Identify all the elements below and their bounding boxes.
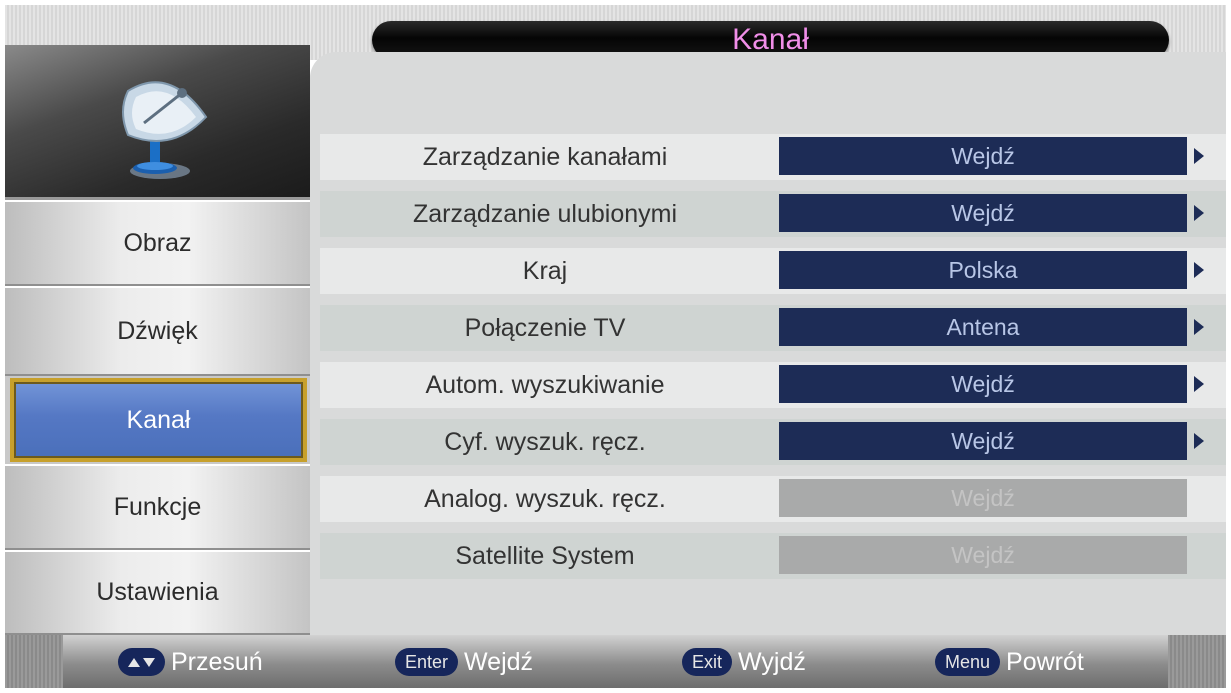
menu-row-auto-search[interactable]: Autom. wyszukiwanie Wejdź [320, 362, 1226, 408]
row-value-select[interactable]: Antena [779, 308, 1187, 346]
row-value-button-disabled: Wejdź [779, 536, 1187, 574]
row-value-select[interactable]: Polska [779, 251, 1187, 289]
menu-row-analog-manual-search: Analog. wyszuk. ręcz. Wejdź [320, 476, 1226, 522]
settings-panel: Zarządzanie kanałami Wejdź Zarządzanie u… [310, 52, 1226, 635]
enter-key-badge: Enter [395, 648, 459, 676]
row-label: Kraj [522, 256, 568, 285]
menu-key-badge: Menu [935, 648, 1001, 676]
arrow-right-icon [1194, 205, 1204, 221]
satellite-dish-icon [122, 81, 208, 179]
row-label: Zarządzanie kanałami [422, 142, 668, 171]
row-value-button[interactable]: Wejdź [779, 365, 1187, 403]
arrow-right-icon [1194, 319, 1204, 335]
arrow-right-icon [1194, 148, 1204, 164]
arrow-right-icon [1194, 433, 1204, 449]
hint-enter: Enter Wejdź [395, 646, 533, 678]
tv-menu-screen: Kanał Obraz Dźwięk Kanał Funkcje Ustawie… [5, 5, 1226, 688]
arrow-right-icon [1194, 262, 1204, 278]
menu-row-favorites-management[interactable]: Zarządzanie ulubionymi Wejdź [320, 191, 1226, 237]
sidebar-item-ustawienia[interactable]: Ustawienia [5, 550, 310, 635]
menu-row-channel-management[interactable]: Zarządzanie kanałami Wejdź [320, 134, 1226, 180]
hint-menu: Menu Powrót [935, 646, 1084, 678]
menu-row-digital-manual-search[interactable]: Cyf. wyszuk. ręcz. Wejdź [320, 419, 1226, 465]
sidebar-item-funkcje[interactable]: Funkcje [5, 464, 310, 550]
row-label: Satellite System [455, 541, 635, 570]
sidebar-item-kanal[interactable]: Kanał [10, 378, 307, 462]
sidebar-item-dzwiek[interactable]: Dźwięk [5, 286, 310, 376]
row-label: Zarządzanie ulubionymi [412, 199, 678, 228]
hint-exit: Exit Wyjdź [682, 646, 806, 678]
row-label: Cyf. wyszuk. ręcz. [444, 427, 646, 456]
hint-label: Powrót [1006, 647, 1084, 676]
category-icon-box [5, 45, 310, 200]
row-value-button-disabled: Wejdź [779, 479, 1187, 517]
row-value-button[interactable]: Wejdź [779, 137, 1187, 175]
footer-corner-left [5, 635, 63, 688]
row-value-button[interactable]: Wejdź [779, 194, 1187, 232]
menu-row-tv-connection[interactable]: Połączenie TV Antena [320, 305, 1226, 351]
sidebar: Obraz Dźwięk Kanał Funkcje Ustawienia [5, 45, 310, 635]
row-label: Analog. wyszuk. ręcz. [424, 484, 666, 513]
arrow-right-icon [1194, 376, 1204, 392]
hint-move: Przesuń [118, 646, 263, 678]
row-label: Autom. wyszukiwanie [425, 370, 665, 399]
menu-row-satellite-system: Satellite System Wejdź [320, 533, 1226, 579]
footer-hints: Przesuń Enter Wejdź Exit Wyjdź Menu Powr… [5, 635, 1226, 688]
exit-key-badge: Exit [682, 648, 733, 676]
row-label: Połączenie TV [464, 313, 626, 342]
hint-label: Wyjdź [738, 647, 806, 676]
hint-label: Wejdź [464, 647, 534, 676]
row-value-button[interactable]: Wejdź [779, 422, 1187, 460]
up-down-arrows-icon [118, 648, 165, 676]
hint-label: Przesuń [171, 647, 263, 676]
sidebar-item-obraz[interactable]: Obraz [5, 200, 310, 286]
menu-row-country[interactable]: Kraj Polska [320, 248, 1226, 294]
footer-corner-right [1168, 635, 1226, 688]
